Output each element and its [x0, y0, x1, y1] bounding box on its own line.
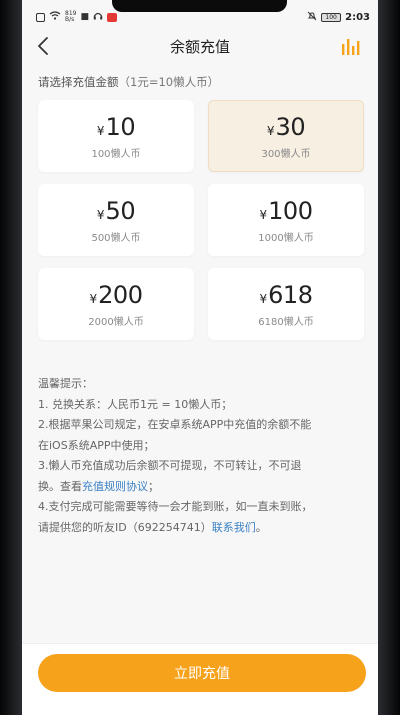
amount-options: ¥ 10 100懒人币 ¥ 30 300懒人币 ¥ 50 500懒人币 ¥ 10… — [22, 94, 378, 340]
phone-frame: 819 B/s ■ 100 2:03 余额充值 请选择充值金额（1元=10懒人币… — [0, 0, 400, 715]
recharge-now-button[interactable]: 立即充值 — [38, 654, 366, 692]
tips-section: 温馨提示： 1. 兑换关系：人民币1元 = 10懒人币； 2.根据苹果公司规定，… — [22, 374, 378, 538]
currency-symbol: ¥ — [266, 123, 275, 138]
tip-text: 请提供您的听友ID（692254741） — [38, 520, 212, 534]
bottom-bar: 立即充值 — [22, 643, 378, 715]
battery-icon: 100 — [321, 12, 342, 22]
prompt-text: 请选择充值金额 — [38, 75, 119, 89]
coins-label: 500懒人币 — [91, 232, 141, 244]
amount-value: 30 — [275, 112, 306, 141]
exchange-rate: （1元=10懒人币） — [118, 75, 220, 89]
tip-text: 换。查看 — [38, 479, 82, 493]
net-speed: 819 B/s — [65, 11, 76, 23]
tips-heading: 温馨提示： — [38, 377, 93, 390]
page-title: 余额充值 — [169, 37, 230, 56]
phone-notch — [112, 0, 287, 12]
contact-us-link[interactable]: 联系我们 — [212, 521, 256, 534]
coins-label: 2000懒人币 — [88, 316, 144, 328]
currency-symbol: ¥ — [259, 207, 268, 222]
amount-option-618[interactable]: ¥ 618 6180懒人币 — [208, 268, 364, 340]
price: ¥ 100 — [260, 197, 313, 225]
headphones-icon — [93, 11, 103, 23]
currency-symbol: ¥ — [89, 291, 98, 306]
tip-line: 1. 兑换关系：人民币1元 = 10懒人币； — [38, 397, 233, 411]
net-speed-unit: B/s — [65, 16, 75, 23]
price: ¥ 10 — [96, 112, 136, 141]
amount-prompt: 请选择充值金额（1元=10懒人币） — [22, 66, 378, 94]
tip-line: 换。查看充值规则协议； — [38, 477, 362, 498]
header: 余额充值 — [22, 26, 378, 66]
price: ¥ 50 — [96, 196, 136, 225]
amount-option-50[interactable]: ¥ 50 500懒人币 — [38, 184, 194, 256]
amount-value: 200 — [98, 280, 143, 309]
wifi-icon — [49, 11, 61, 23]
sim-icon — [36, 12, 45, 22]
tip-line: 3.懒人币充值成功后余额不可提现，不可转让，不可退 — [38, 459, 302, 472]
amount-option-100[interactable]: ¥ 100 1000懒人币 — [208, 184, 364, 256]
tip-line: 4.支付完成可能需要等待一会才能到账，如一直未到账， — [38, 500, 313, 513]
amount-option-30[interactable]: ¥ 30 300懒人币 — [208, 100, 364, 172]
mute-icon — [307, 11, 317, 24]
price: ¥ 618 — [260, 281, 313, 309]
tip-text: ； — [148, 479, 159, 493]
audio-bars-icon[interactable] — [340, 35, 364, 57]
tip-line: 在iOS系统APP中使用； — [38, 438, 155, 452]
amount-option-200[interactable]: ¥ 200 2000懒人币 — [38, 268, 194, 340]
amount-option-10[interactable]: ¥ 10 100懒人币 — [38, 100, 194, 172]
tip-line: 请提供您的听友ID（692254741）联系我们。 — [38, 518, 362, 539]
tip-line: 2.根据苹果公司规定，在安卓系统APP中充值的余额不能 — [38, 418, 312, 431]
coins-label: 1000懒人币 — [258, 232, 314, 244]
coins-label: 300懒人币 — [261, 148, 311, 160]
app-notification-icon — [106, 12, 117, 22]
currency-symbol: ¥ — [96, 123, 105, 138]
phone-edge-right — [378, 0, 400, 715]
amount-value: 10 — [105, 112, 136, 141]
currency-symbol: ¥ — [96, 207, 105, 222]
status-time: 2:03 — [345, 11, 370, 23]
tip-text: 。 — [255, 520, 267, 534]
coins-label: 100懒人币 — [91, 148, 141, 160]
phone-edge-left — [0, 0, 22, 715]
currency-symbol: ¥ — [259, 291, 268, 306]
coins-label: 6180懒人币 — [258, 316, 314, 328]
recharge-rules-link[interactable]: 充值规则协议 — [82, 480, 148, 493]
amount-value: 50 — [105, 196, 136, 225]
price: ¥ 30 — [266, 112, 306, 141]
price: ¥ 200 — [90, 281, 143, 309]
amount-value: 100 — [268, 196, 313, 225]
back-icon[interactable] — [36, 35, 58, 57]
amount-value: 618 — [268, 280, 313, 309]
screen: 819 B/s ■ 100 2:03 余额充值 请选择充值金额（1元=10懒人币… — [22, 0, 378, 715]
media-icon: ■ — [80, 12, 89, 22]
